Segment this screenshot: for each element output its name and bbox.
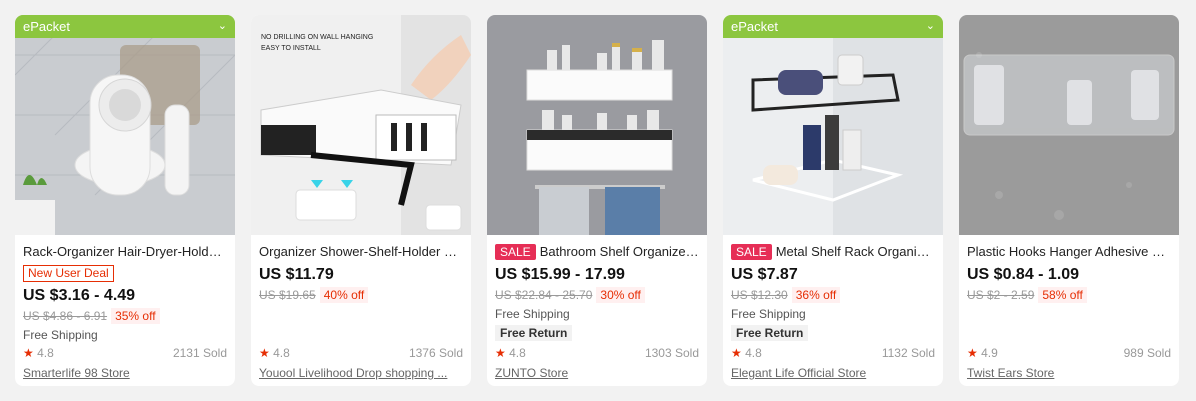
discount-badge: 36% off xyxy=(791,287,841,303)
sold-count: 2131 Sold xyxy=(172,346,227,360)
new-user-deal-badge: New User Deal xyxy=(23,265,114,282)
original-price: US $2 - 2.59 xyxy=(967,288,1035,302)
star-icon: ★ xyxy=(23,346,34,360)
free-return-badge: Free Return xyxy=(495,325,573,341)
shipping-info: Free Shipping xyxy=(731,307,806,321)
rating-value: 4.9 xyxy=(981,346,998,360)
rating-sold-row: ★ 4.8 1376 Sold xyxy=(259,346,463,360)
product-card[interactable]: ePacket ⌄ SALE Metal Shelf Rack Organize.… xyxy=(723,15,943,386)
discount-badge: 40% off xyxy=(319,287,369,303)
epacket-badge: ePacket ⌄ xyxy=(723,15,943,38)
product-card[interactable]: ePacket ⌄ Rack-Organizer Hair-Dryer-Hold… xyxy=(15,15,235,386)
sale-badge: SALE xyxy=(495,244,536,260)
star-icon: ★ xyxy=(967,346,978,360)
original-price: US $12.30 xyxy=(731,288,788,302)
rating: ★ 4.8 xyxy=(23,346,54,360)
sale-badge: SALE xyxy=(731,244,772,260)
store-link[interactable]: Twist Ears Store xyxy=(967,366,1171,380)
rating-sold-row: ★ 4.8 1132 Sold xyxy=(731,346,935,360)
store-link[interactable]: Elegant Life Official Store xyxy=(731,366,935,380)
original-price-row: US $12.30 36% off xyxy=(731,287,935,303)
store-link[interactable]: Youool Livelihood Drop shopping ... xyxy=(259,366,463,380)
image-caption-line2: EASY TO INSTALL xyxy=(261,45,321,52)
rating-value: 4.8 xyxy=(273,346,290,360)
product-card[interactable]: NO DRILLING ON WALL HANGING EASY TO INST… xyxy=(251,15,471,386)
rating: ★ 4.8 xyxy=(495,346,526,360)
product-card[interactable]: SALE Bathroom Shelf Organizer... US $15.9… xyxy=(487,15,707,386)
product-title[interactable]: SALE Metal Shelf Rack Organize... xyxy=(731,243,935,261)
product-price: US $11.79 xyxy=(259,266,334,283)
product-price: US $0.84 - 1.09 xyxy=(967,266,1080,283)
product-title[interactable]: Rack-Organizer Hair-Dryer-Holder ... xyxy=(23,243,227,261)
epacket-label: ePacket xyxy=(731,19,778,34)
original-price: US $22.84 - 25.70 xyxy=(495,288,593,302)
rating-value: 4.8 xyxy=(37,346,54,360)
rating-value: 4.8 xyxy=(509,346,526,360)
shipping-info: Free Shipping xyxy=(23,328,98,342)
discount-badge: 30% off xyxy=(596,287,645,303)
shipping-info: Free Shipping xyxy=(495,307,570,321)
product-grid: ePacket ⌄ Rack-Organizer Hair-Dryer-Hold… xyxy=(15,15,1179,386)
product-title-text: Metal Shelf Rack Organize... xyxy=(775,244,935,259)
product-title-text: Bathroom Shelf Organizer... xyxy=(539,244,699,259)
product-image[interactable]: ePacket ⌄ xyxy=(723,15,943,235)
product-title[interactable]: Plastic Hooks Hanger Adhesive Bat... xyxy=(967,243,1171,261)
discount-badge: 58% off xyxy=(1038,287,1087,303)
image-caption-line1: NO DRILLING ON WALL HANGING xyxy=(261,34,373,41)
original-price-row: US $2 - 2.59 58% off xyxy=(967,287,1171,303)
product-image[interactable] xyxy=(487,15,707,235)
product-price: US $3.16 - 4.49 xyxy=(23,287,136,304)
product-card[interactable]: Plastic Hooks Hanger Adhesive Bat... US … xyxy=(959,15,1179,386)
original-price-row: US $19.65 40% off xyxy=(259,287,463,303)
epacket-badge: ePacket ⌄ xyxy=(15,15,235,38)
sold-count: 1303 Sold xyxy=(644,346,699,360)
sold-count: 1376 Sold xyxy=(408,346,463,360)
original-price: US $19.65 xyxy=(259,288,316,302)
chevron-down-icon[interactable]: ⌄ xyxy=(926,15,935,38)
star-icon: ★ xyxy=(259,346,270,360)
original-price-row: US $4.86 - 6.91 35% off xyxy=(23,308,227,324)
product-price: US $15.99 - 17.99 xyxy=(495,266,625,283)
original-price-row: US $22.84 - 25.70 30% off xyxy=(495,287,699,303)
star-icon: ★ xyxy=(731,346,742,360)
rating-sold-row: ★ 4.9 989 Sold xyxy=(967,346,1171,360)
product-title[interactable]: SALE Bathroom Shelf Organizer... xyxy=(495,243,699,261)
sold-count: 989 Sold xyxy=(1123,346,1171,360)
store-link[interactable]: Smarterlife 98 Store xyxy=(23,366,227,380)
free-return-badge: Free Return xyxy=(731,325,809,341)
product-image[interactable]: ePacket ⌄ xyxy=(15,15,235,235)
rating-value: 4.8 xyxy=(745,346,762,360)
epacket-label: ePacket xyxy=(23,19,70,34)
rating: ★ 4.8 xyxy=(731,346,762,360)
rating: ★ 4.8 xyxy=(259,346,290,360)
product-image[interactable]: NO DRILLING ON WALL HANGING EASY TO INST… xyxy=(251,15,471,235)
sold-count: 1132 Sold xyxy=(881,346,935,360)
rating-sold-row: ★ 4.8 1303 Sold xyxy=(495,346,699,360)
star-icon: ★ xyxy=(495,346,506,360)
rating-sold-row: ★ 4.8 2131 Sold xyxy=(23,346,227,360)
discount-badge: 35% off xyxy=(111,308,160,324)
rating: ★ 4.9 xyxy=(967,346,998,360)
product-image[interactable] xyxy=(959,15,1179,235)
store-link[interactable]: ZUNTO Store xyxy=(495,366,699,380)
chevron-down-icon[interactable]: ⌄ xyxy=(218,15,227,38)
product-title[interactable]: Organizer Shower-Shelf-Holder St... xyxy=(259,243,463,261)
product-price: US $7.87 xyxy=(731,266,798,283)
original-price: US $4.86 - 6.91 xyxy=(23,309,108,323)
